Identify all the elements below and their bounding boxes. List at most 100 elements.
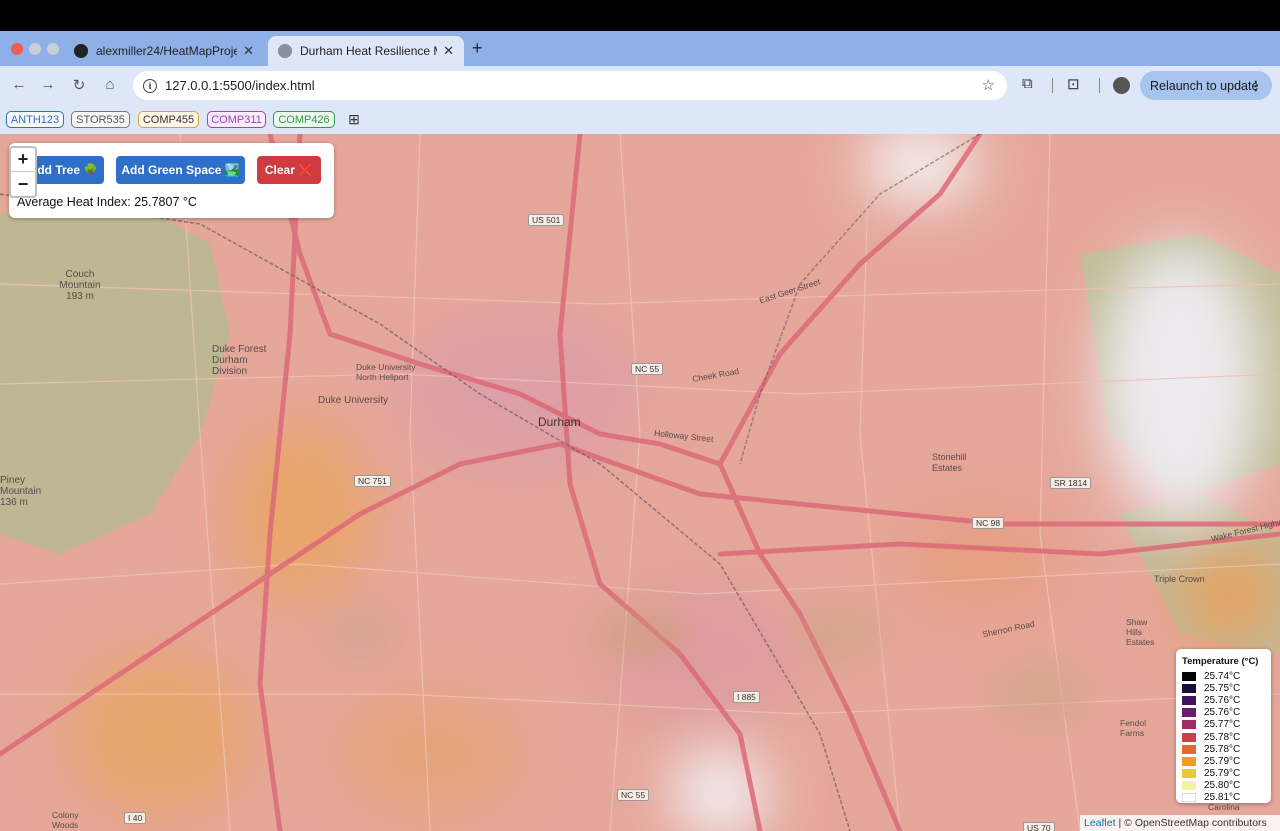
avatar[interactable] [1113, 77, 1130, 94]
relaunch-button[interactable]: Relaunch to update ⋮ [1140, 71, 1272, 100]
address-bar[interactable]: i 127.0.0.1:5500/index.html ☆ [133, 71, 1007, 100]
url-text: 127.0.0.1:5500/index.html [165, 78, 315, 93]
legend-label: 25.75°C [1204, 682, 1241, 694]
legend-label: 25.81°C [1204, 792, 1241, 804]
heat-controls-panel: Add Tree 🌳 Add Green Space 🏞️ Clear ❌ Av… [9, 143, 334, 218]
tab-heat-map[interactable]: Durham Heat Resilience Map ✕ [268, 36, 464, 66]
bookmark-stor535[interactable]: STOR535 [71, 111, 130, 128]
tab-strip: alexmiller24/HeatMapProject ✕ Durham Hea… [0, 31, 1280, 66]
shield-nc-55-south: NC 55 [617, 789, 650, 801]
legend-swatch [1182, 744, 1196, 754]
add-green-space-button[interactable]: Add Green Space 🏞️ [116, 156, 245, 184]
map-label-fendol: Fendol Farms [1120, 718, 1146, 738]
osm-attribution: | © OpenStreetMap contributors [1118, 817, 1267, 829]
legend-item: 25.76°C [1182, 694, 1265, 706]
reload-icon[interactable]: ↻ [70, 76, 88, 94]
legend-swatch [1182, 781, 1196, 791]
legend-item: 25.78°C [1182, 743, 1265, 755]
legend-swatch [1182, 793, 1196, 803]
bookmark-anth123[interactable]: ANTH123 [6, 111, 64, 128]
legend-item: 25.80°C [1182, 780, 1265, 792]
legend-swatch [1182, 695, 1196, 705]
map-label-durham: Durham [538, 415, 581, 429]
map-label-duke-university: Duke University [318, 395, 389, 406]
legend-item: 25.74°C [1182, 670, 1265, 682]
maximize-window-button[interactable] [47, 43, 59, 55]
shield-nc-98: NC 98 [972, 517, 1005, 529]
map-label-couch-mountain: Couch Mountain 193 m [59, 269, 101, 302]
shield-us-501: US 501 [528, 214, 565, 226]
legend-swatch [1182, 720, 1196, 730]
legend-title: Temperature (°C) [1182, 656, 1259, 667]
shield-sr-1814: SR 1814 [1050, 477, 1092, 489]
forward-icon[interactable]: → [39, 76, 57, 93]
toolbar-divider [1052, 78, 1053, 93]
tab-github[interactable]: alexmiller24/HeatMapProject ✕ [64, 36, 264, 66]
legend-swatch [1182, 756, 1196, 766]
map-label-colony: Colony Woods [52, 810, 79, 830]
close-icon[interactable]: ✕ [243, 43, 254, 59]
legend-item: 25.76°C [1182, 707, 1265, 719]
legend-label: 25.79°C [1204, 768, 1241, 780]
legend-label: 25.77°C [1204, 719, 1241, 731]
map-label-piney-mountain: Piney Mountain 136 m [0, 475, 42, 508]
shield-nc-751: NC 751 [354, 475, 391, 487]
github-icon [74, 44, 88, 58]
legend-swatch [1182, 671, 1196, 681]
legend-label: 25.78°C [1204, 731, 1241, 743]
clear-button[interactable]: Clear ❌ [257, 156, 321, 184]
map-label-duke-forest: Duke Forest Durham Division [212, 344, 267, 377]
legend-swatch [1182, 683, 1196, 693]
cast-search-icon[interactable]: ⊡ [1067, 75, 1080, 93]
legend-item: 25.77°C [1182, 719, 1265, 731]
heat-map[interactable]: Durham Duke University Duke University N… [0, 134, 1280, 831]
site-info-icon[interactable]: i [143, 78, 157, 93]
os-menu-bar [0, 0, 1280, 31]
legend-item: 25.75°C [1182, 682, 1265, 694]
legend-label: 25.80°C [1204, 780, 1241, 792]
more-menu-icon[interactable]: ⋮ [1250, 78, 1263, 93]
shield-nc-55: NC 55 [631, 363, 664, 375]
bookmark-comp426[interactable]: COMP426 [273, 111, 335, 128]
legend-swatch [1182, 769, 1196, 779]
home-icon[interactable]: ⌂ [101, 76, 119, 93]
legend-item: 25.78°C [1182, 731, 1265, 743]
extensions-icon[interactable]: ⧉ [1022, 75, 1033, 92]
legend-label: 25.74°C [1204, 670, 1241, 682]
map-label-shaw-hills: Shaw Hills Estates [1126, 617, 1155, 647]
bookmark-comp311[interactable]: COMP311 [207, 111, 266, 128]
apps-grid-icon[interactable]: ⊞ [346, 111, 362, 128]
legend-swatch [1182, 732, 1196, 742]
bookmarks-bar: ANTH123 STOR535 COMP455 COMP311 COMP426 … [0, 104, 1280, 134]
legend-label: 25.78°C [1204, 743, 1241, 755]
zoom-in-button[interactable]: + [11, 148, 35, 172]
zoom-out-button[interactable]: − [11, 172, 35, 196]
legend-item: 25.79°C [1182, 768, 1265, 780]
average-heat-index: Average Heat Index: 25.7807 °C [17, 195, 197, 209]
minimize-window-button[interactable] [29, 43, 41, 55]
toolbar-divider [1099, 78, 1100, 93]
shield-us-70: US 70 [1023, 822, 1055, 831]
legend-label: 25.76°C [1204, 707, 1241, 719]
relaunch-label: Relaunch to update [1150, 78, 1259, 93]
temperature-legend: Temperature (°C) 25.74°C 25.75°C 25.76°C 25… [1176, 649, 1271, 803]
back-icon[interactable]: ← [10, 76, 28, 93]
close-icon[interactable]: ✕ [443, 43, 454, 59]
legend-item: 25.81°C [1182, 792, 1265, 804]
close-window-button[interactable] [11, 43, 23, 55]
bookmark-comp455[interactable]: COMP455 [138, 111, 199, 128]
legend-item: 25.79°C [1182, 755, 1265, 767]
zoom-control: + − [9, 146, 37, 198]
map-attribution: Leaflet | © OpenStreetMap contributors [1080, 815, 1280, 831]
bookmark-star-icon[interactable]: ☆ [982, 76, 995, 94]
legend-label: 25.79°C [1204, 755, 1241, 767]
new-tab-icon[interactable]: + [472, 38, 483, 59]
tab-title: Durham Heat Resilience Map [300, 44, 437, 58]
map-label-duke-north: Duke University North Heliport [356, 362, 416, 382]
browser-toolbar: ← → ↻ ⌂ i 127.0.0.1:5500/index.html ☆ ⧉ … [0, 66, 1280, 104]
map-label-stonehill: Stonehill Estates [932, 452, 967, 473]
globe-icon [278, 44, 292, 58]
shield-i-40: I 40 [124, 812, 147, 824]
leaflet-link[interactable]: Leaflet [1084, 817, 1116, 829]
legend-swatch [1182, 708, 1196, 718]
